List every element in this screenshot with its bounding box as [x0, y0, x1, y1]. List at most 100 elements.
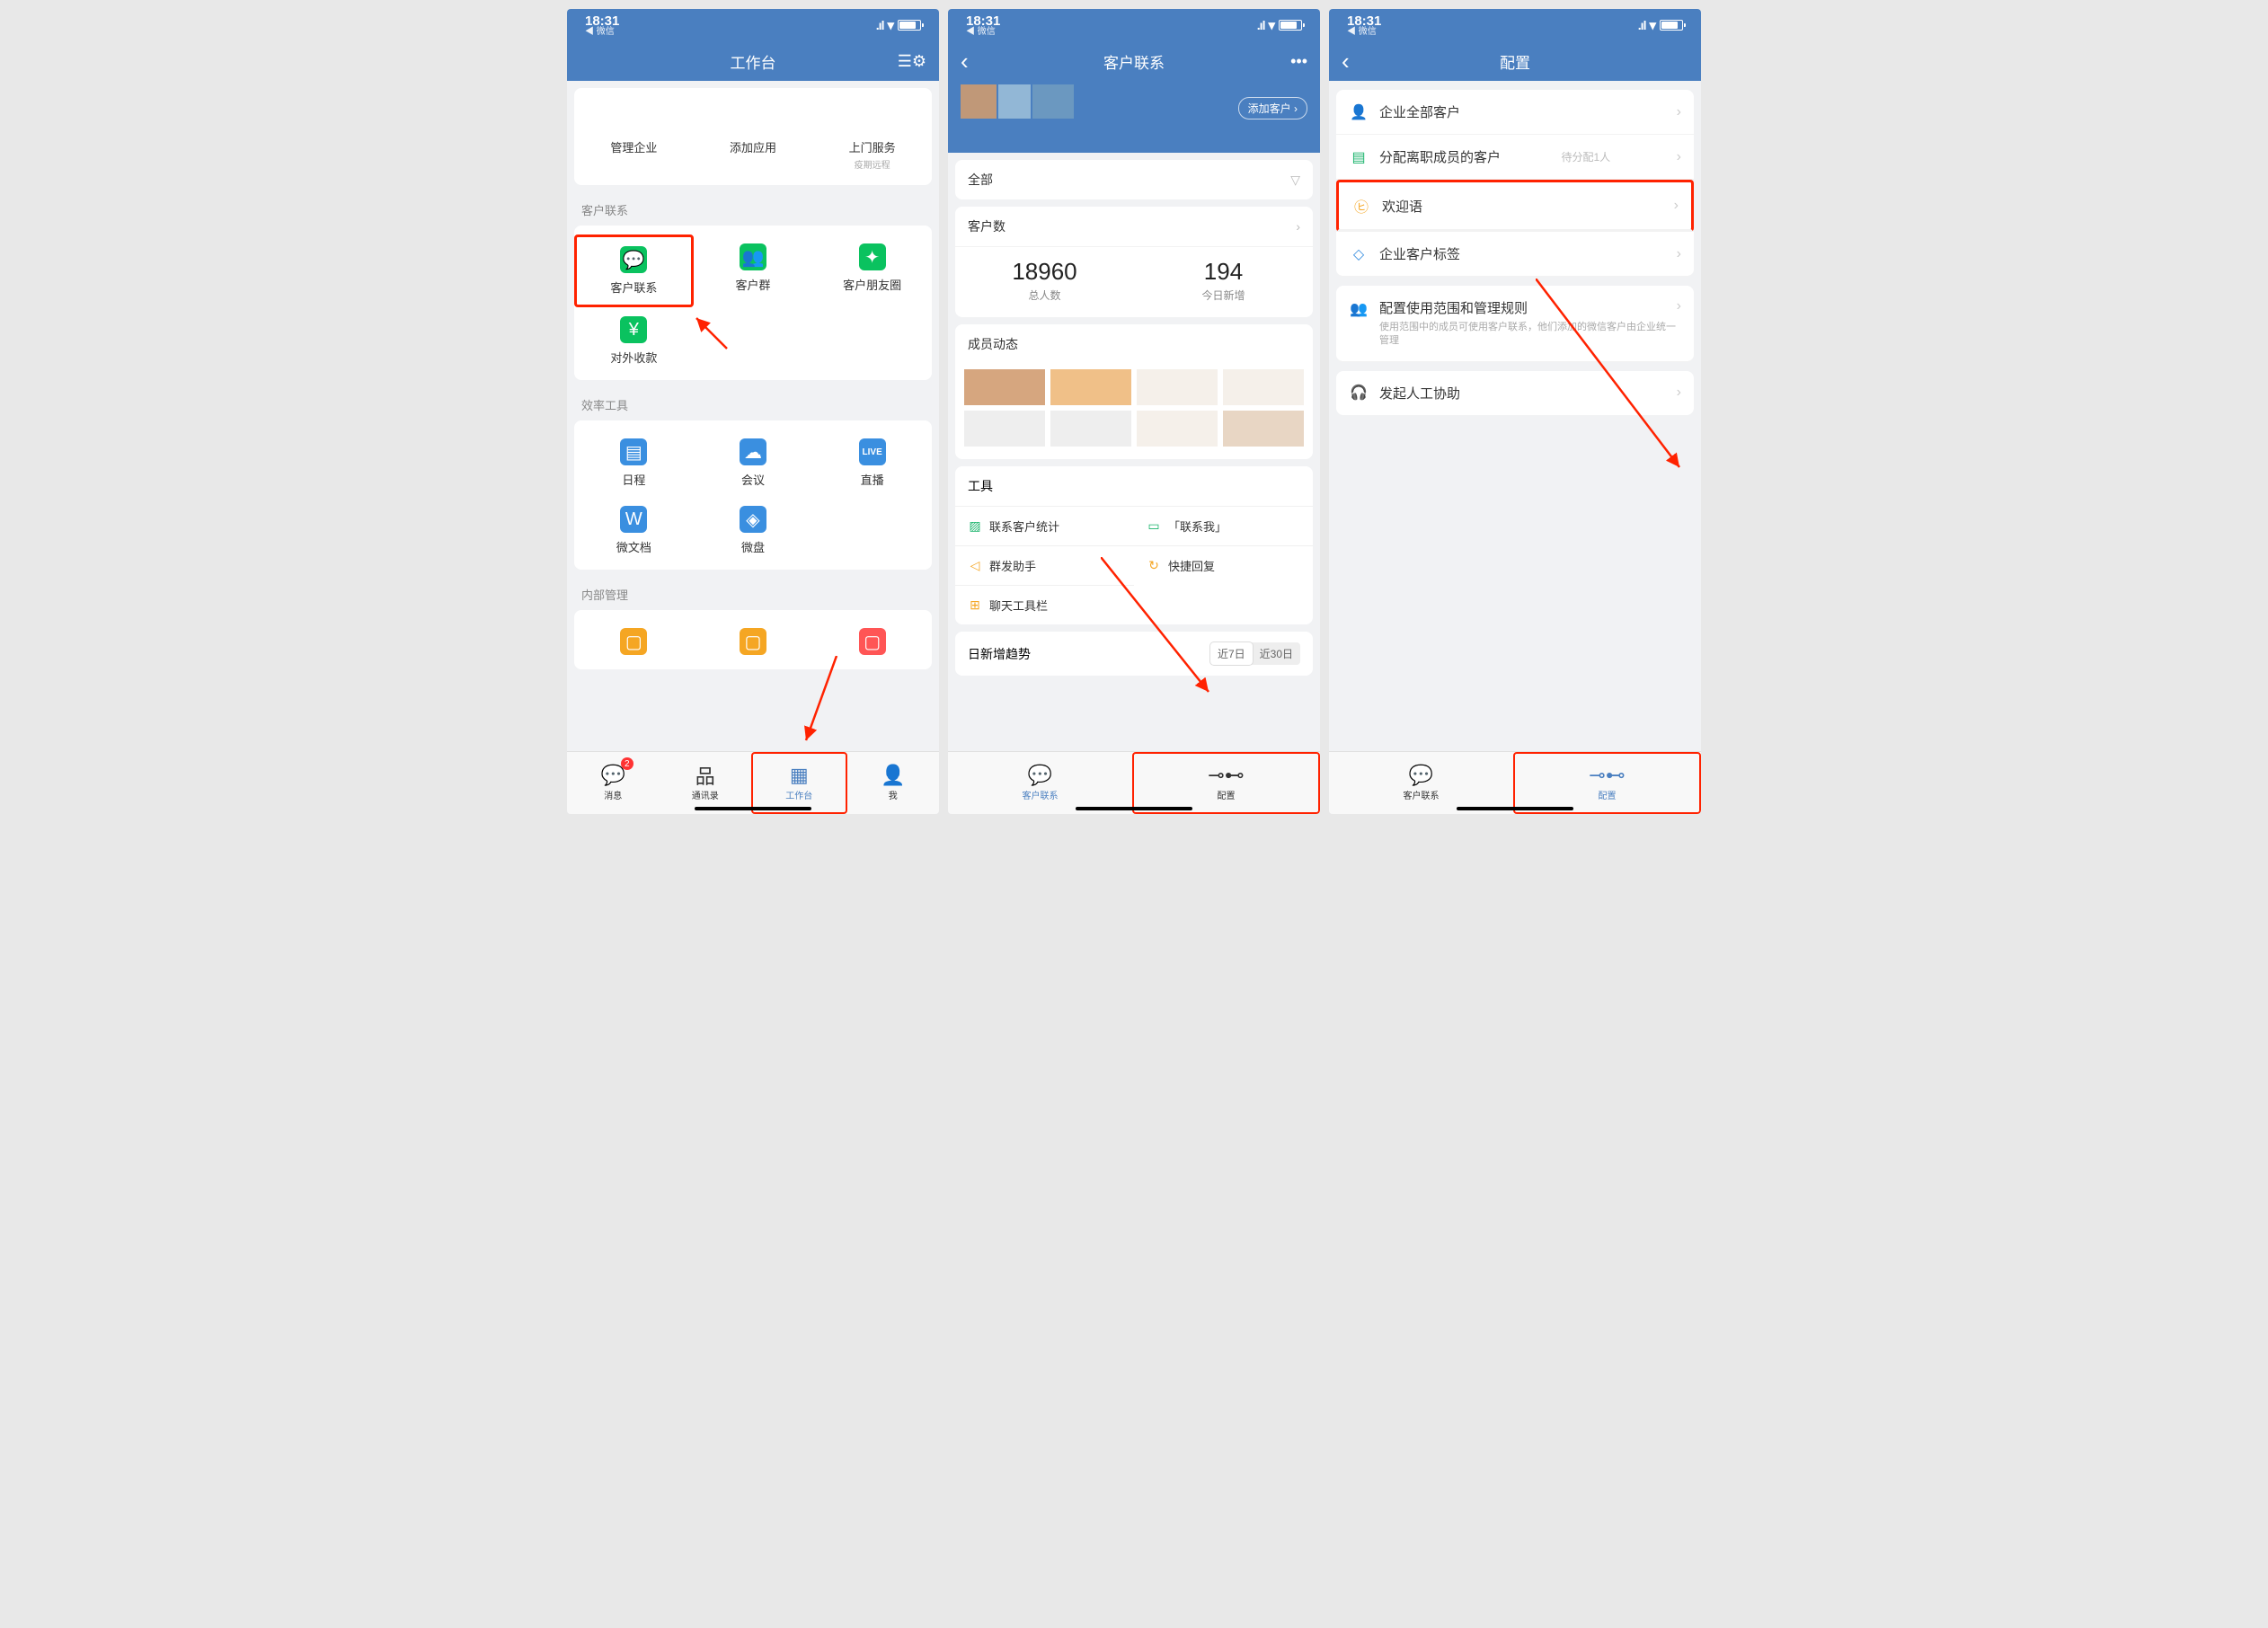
customer-count-row[interactable]: 客户数 › [955, 207, 1313, 247]
chat-icon: ▭ [1147, 519, 1161, 534]
tab-contacts[interactable]: 品通讯录 [660, 752, 752, 814]
total-label: 总人数 [955, 288, 1134, 303]
battery-icon [1660, 20, 1683, 31]
home-indicator [695, 807, 811, 810]
label: 企业全部客户 [1379, 102, 1460, 121]
tool-contact-stats[interactable]: ▨联系客户统计 [955, 506, 1134, 545]
chevron-right-icon: › [1677, 246, 1681, 262]
tab-config[interactable]: ⊸⊷配置 [1513, 752, 1701, 814]
user-icon: 👤 [1349, 103, 1369, 121]
members-header: 成员动态 [955, 324, 1313, 364]
item-meeting[interactable]: ☁会议 [694, 429, 813, 497]
home-indicator [1457, 807, 1573, 810]
item-config-scope[interactable]: 👥 配置使用范围和管理规则使用范围中的成员可使用客户联系，他们添加的微信客户由企… [1336, 286, 1694, 362]
label: 联系客户统计 [989, 518, 1059, 535]
seg-7d[interactable]: 近7日 [1210, 642, 1253, 665]
item-drive[interactable]: ◈微盘 [694, 497, 813, 564]
tab-workbench[interactable]: ▦工作台 [751, 752, 847, 814]
item-all-customers[interactable]: 👤 企业全部客户 › [1336, 90, 1694, 135]
battery-icon [1279, 20, 1302, 31]
page-title: 客户联系 [1103, 50, 1165, 73]
item-add-app[interactable]: ▣⁺ 添加应用 [694, 97, 813, 180]
tool-quick-reply[interactable]: ↻快捷回复 [1134, 545, 1313, 585]
back-button[interactable]: ‹ [961, 41, 969, 81]
label: 配置使用范围和管理规则 [1379, 298, 1677, 317]
screen-customer-contact: 18:31◀ 微信 .ıl▾ ‹ 客户联系 ••• 添加客户 › 全部▽ 客户数… [948, 9, 1320, 814]
tab-messages[interactable]: 💬消息2 [567, 752, 660, 814]
status-time: 18:31 [585, 14, 619, 28]
stat-total: 18960总人数 [955, 258, 1134, 303]
status-back[interactable]: ◀ 微信 [585, 28, 619, 37]
tab-customer-contact[interactable]: 💬 客户联系 [1329, 752, 1513, 814]
status-back[interactable]: ◀ 微信 [966, 28, 1000, 37]
add-customer-button[interactable]: 添加客户 › [1238, 97, 1307, 119]
tab-me[interactable]: 👤我 [847, 752, 940, 814]
tool-contact-me[interactable]: ▭「联系我」 [1134, 506, 1313, 545]
tie-icon: ▼ [859, 106, 886, 133]
item-customer-moments[interactable]: ✦客户朋友圈 [812, 234, 932, 307]
signal-icon: .ıl [1638, 18, 1646, 32]
doc-icon: W [620, 506, 647, 533]
tool-bulk-send[interactable]: ◁群发助手 [955, 545, 1134, 585]
filter-all[interactable]: 全部▽ [955, 160, 1313, 199]
chevron-right-icon: › [1677, 149, 1681, 165]
headset-icon: 🎧 [1349, 384, 1369, 402]
tools-header: 工具 [955, 466, 1313, 506]
screen-workbench: 18:31◀ 微信 .ıl▾ 工作台 ☰⚙ ⊸⊷管理企业 ▣⁺添加应用 ▼上门服… [567, 9, 939, 814]
label: 发起人工协助 [1379, 384, 1460, 403]
megaphone-icon: ◁ [968, 559, 982, 573]
square-icon: ▢ [740, 628, 766, 655]
tab-label: 消息 [604, 788, 622, 801]
item-assist[interactable]: 🎧 发起人工协助 › [1336, 371, 1694, 415]
drive-icon: ◈ [740, 506, 766, 533]
tabbar: 💬客户联系 ⊸⊷配置 [948, 751, 1320, 814]
page-title: 工作台 [731, 50, 776, 73]
label: 日程 [622, 471, 645, 488]
nav-bar: 工作台 ☰⚙ [567, 41, 939, 81]
chevron-right-icon: › [1677, 298, 1681, 314]
chat-icon: 💬 [1409, 765, 1433, 786]
chevron-right-icon: › [1677, 385, 1681, 401]
more-icon[interactable]: ••• [1290, 41, 1307, 81]
tab-config[interactable]: ⊸⊷配置 [1132, 752, 1320, 814]
section-internal: 内部管理 [567, 577, 939, 603]
label: 添加应用 [730, 138, 776, 155]
tool-chat-toolbar[interactable]: ⊞聊天工具栏 [955, 585, 1134, 624]
item-external-pay[interactable]: ¥对外收款 [574, 307, 694, 375]
hint: 待分配1人 [1562, 149, 1611, 164]
tabbar: 💬 客户联系 ⊸⊷配置 [1329, 751, 1701, 814]
section-efficiency: 效率工具 [567, 387, 939, 413]
item-internal-1[interactable]: ▢ [574, 619, 694, 669]
item-calendar[interactable]: ▤日程 [574, 429, 694, 497]
app-plus-icon: ▣⁺ [740, 106, 766, 133]
square-icon: ▢ [859, 628, 886, 655]
filter-icon: ▽ [1290, 173, 1300, 188]
item-docs[interactable]: W微文档 [574, 497, 694, 564]
status-back[interactable]: ◀ 微信 [1347, 28, 1381, 37]
back-button[interactable]: ‹ [1342, 41, 1350, 81]
settings-icon[interactable]: ☰⚙ [898, 41, 926, 81]
label: 客户数 [968, 217, 1006, 235]
tab-customer-contact[interactable]: 💬客户联系 [948, 752, 1132, 814]
profile-header: 添加客户 › [948, 81, 1320, 153]
label: 直播 [861, 471, 884, 488]
item-manage-enterprise[interactable]: ⊸⊷管理企业 [574, 97, 694, 180]
sliders-icon: ⊸⊷ [1208, 765, 1244, 786]
item-customer-contact[interactable]: 💬客户联系 [574, 234, 694, 307]
item-assign-left[interactable]: ▤分配离职成员的客户待分配1人› [1336, 135, 1694, 180]
item-live[interactable]: LIVE直播 [812, 429, 932, 497]
chevron-right-icon: › [1296, 219, 1300, 234]
item-welcome-msg[interactable]: ㋪欢迎语› [1336, 180, 1694, 232]
wifi-icon: ▾ [1268, 17, 1275, 33]
label: 欢迎语 [1382, 197, 1422, 216]
grid-icon: ⊞ [968, 598, 982, 613]
seg-30d[interactable]: 近30日 [1253, 642, 1300, 665]
item-customer-tags[interactable]: ◇企业客户标签› [1336, 232, 1694, 277]
org-icon: 品 [695, 765, 715, 786]
chevron-right-icon: › [1677, 104, 1681, 120]
tab-label: 客户联系 [1404, 788, 1440, 801]
segment-control[interactable]: 近7日近30日 [1210, 642, 1300, 665]
item-customer-group[interactable]: 👥客户群 [694, 234, 813, 307]
item-onsite-service[interactable]: ▼上门服务疫期远程 [812, 97, 932, 180]
status-time: 18:31 [1347, 14, 1381, 28]
